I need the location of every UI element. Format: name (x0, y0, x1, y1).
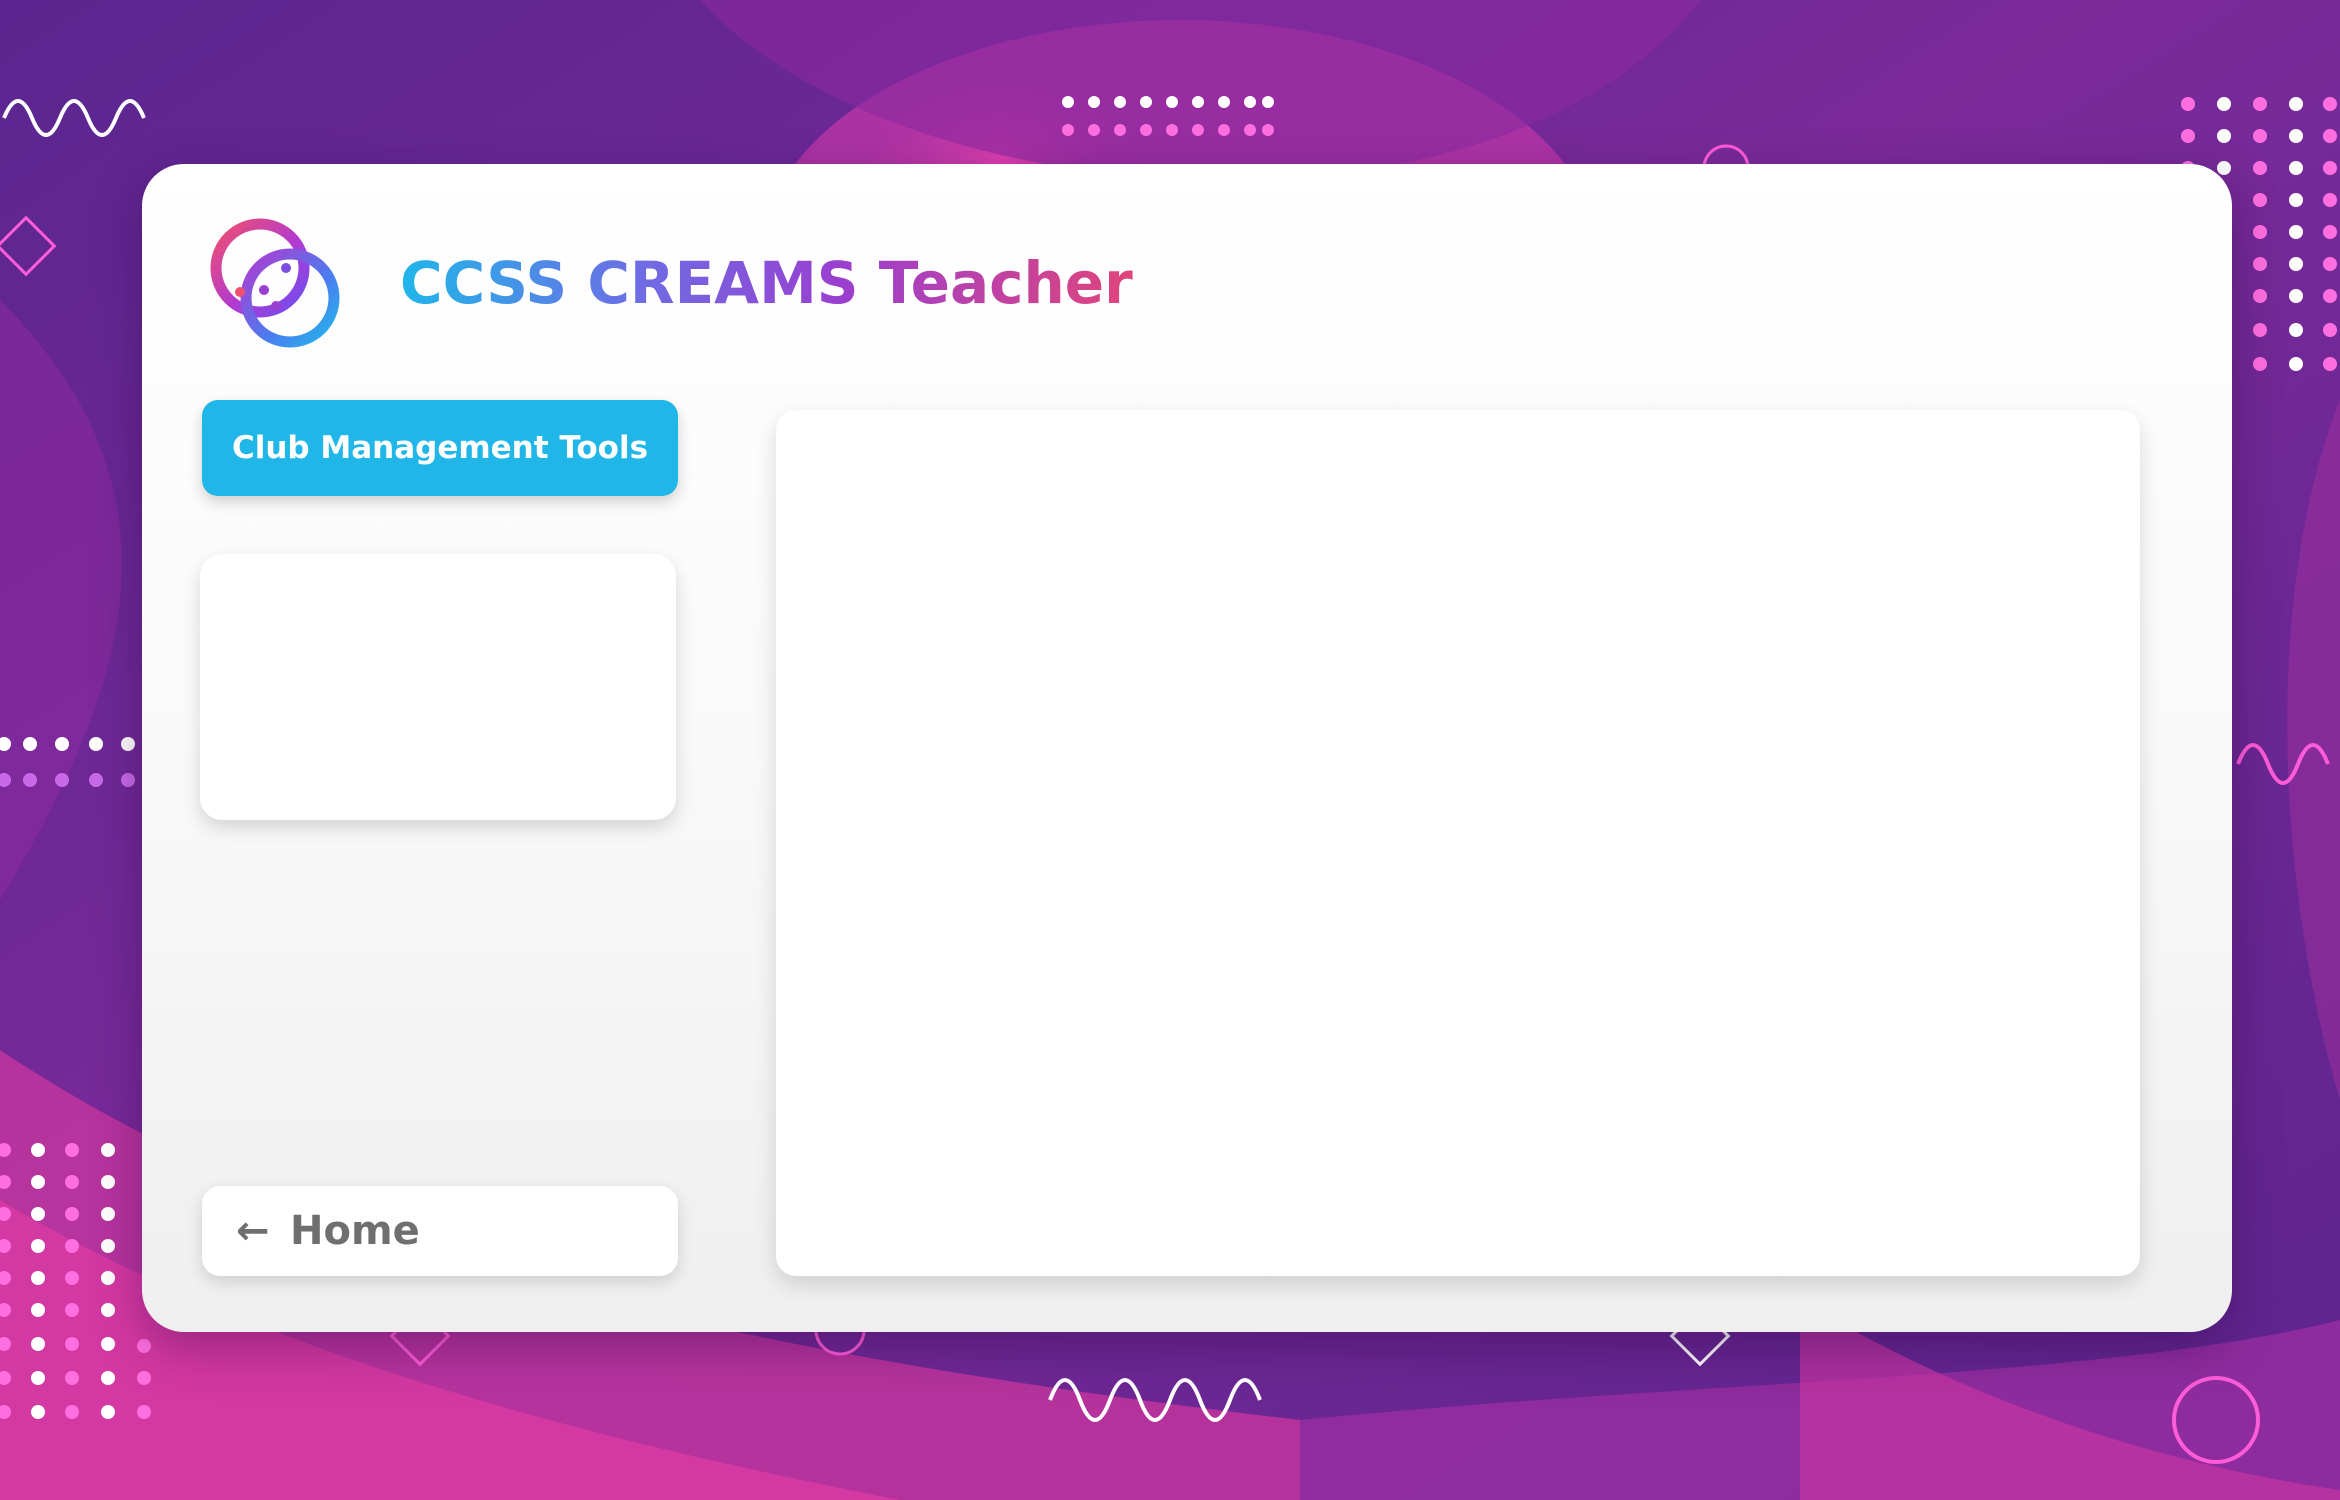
ccss-logo-icon (204, 206, 354, 356)
main-content-panel (776, 410, 2140, 1276)
home-button-label: Home (290, 1208, 420, 1254)
page-title: CCSS CREAMS Teacher (400, 238, 1133, 328)
arrow-left-icon: ← (236, 1208, 270, 1254)
home-button[interactable]: ← Home (202, 1186, 678, 1276)
club-management-tools-button[interactable]: Club Management Tools (202, 400, 678, 496)
sidebar-panel (200, 554, 676, 820)
main-window: CCSS CREAMS Teacher Club Management Tool… (142, 164, 2232, 1332)
